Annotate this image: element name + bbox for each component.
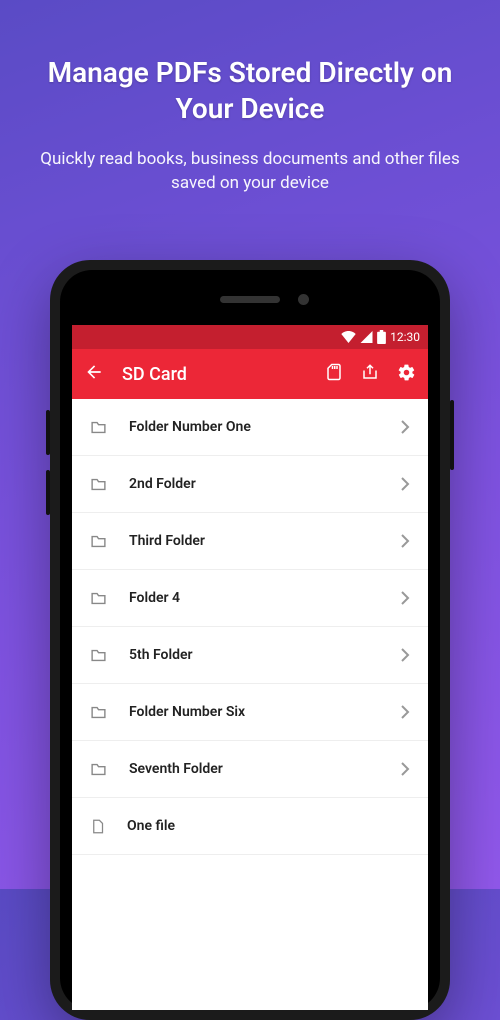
phone-frame: 12:30 SD Card [50,260,450,1020]
cellular-icon [360,331,373,343]
status-time: 12:30 [390,330,420,344]
list-item-label: 5th Folder [129,647,378,663]
list-item[interactable]: Folder Number One [72,399,428,456]
list-item-label: Seventh Folder [129,761,378,777]
settings-button[interactable] [397,363,416,386]
list-item-label: Folder 4 [129,590,378,606]
promo-title: Manage PDFs Stored Directly on Your Devi… [0,0,500,148]
wifi-icon [341,331,356,343]
chevron-right-icon [400,477,410,491]
list-item-label: One file [127,818,410,834]
sd-card-icon [325,363,343,381]
phone-volume-up [46,410,50,455]
chevron-right-icon [400,534,410,548]
folder-icon [90,761,107,778]
back-button[interactable] [84,362,104,386]
list-item[interactable]: Folder 4 [72,570,428,627]
chevron-right-icon [400,705,410,719]
chevron-right-icon [400,762,410,776]
list-item[interactable]: 5th Folder [72,627,428,684]
folder-icon [90,704,107,721]
gear-icon [397,363,416,382]
phone-camera [298,294,309,305]
folder-icon [90,647,107,664]
list-item-label: Folder Number Six [129,704,378,720]
app-bar-title: SD Card [122,364,307,385]
chevron-right-icon [400,420,410,434]
battery-icon [377,330,386,344]
sd-card-button[interactable] [325,363,343,385]
promo-subtitle: Quickly read books, business documents a… [0,148,500,196]
folder-icon [90,419,107,436]
status-bar: 12:30 [72,325,428,349]
list-item-label: Folder Number One [129,419,378,435]
app-bar: SD Card [72,349,428,399]
list-item[interactable]: One file [72,798,428,855]
list-item[interactable]: Folder Number Six [72,684,428,741]
app-screen: 12:30 SD Card [72,325,428,1010]
share-button[interactable] [361,363,379,385]
folder-icon [90,476,107,493]
folder-icon [90,590,107,607]
list-item[interactable]: 2nd Folder [72,456,428,513]
share-icon [361,363,379,381]
file-icon [90,818,105,835]
folder-icon [90,533,107,550]
phone-volume-down [46,470,50,515]
arrow-left-icon [84,362,104,382]
chevron-right-icon [400,591,410,605]
chevron-right-icon [400,648,410,662]
list-item[interactable]: Seventh Folder [72,741,428,798]
phone-speaker [220,296,280,303]
phone-power-button [450,400,454,470]
list-item-label: 2nd Folder [129,476,378,492]
list-item[interactable]: Third Folder [72,513,428,570]
list-item-label: Third Folder [129,533,378,549]
file-list: Folder Number One 2nd Folder Third Folder F… [72,399,428,1010]
